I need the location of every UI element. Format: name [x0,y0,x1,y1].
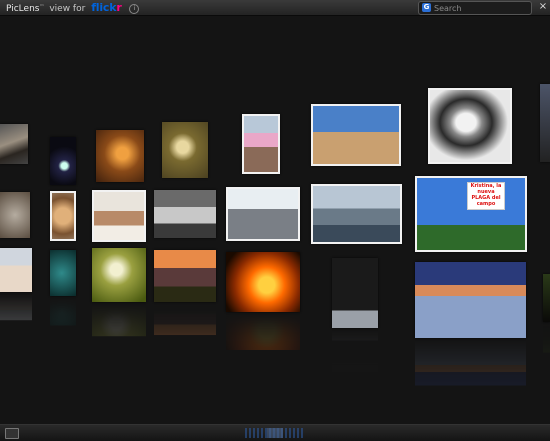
app-brand: PicLens™ view for flickr i [6,1,140,16]
photo-edge-right-2[interactable] [543,274,550,322]
photo-bride-desert[interactable] [311,104,401,166]
search-input[interactable] [434,2,526,14]
wall-scroller[interactable] [245,428,305,438]
photo-couple-bed[interactable] [92,190,146,242]
photo-dark-car-light[interactable] [50,137,76,185]
photo-beach-people[interactable] [0,248,32,292]
photo-flower-on-moss[interactable] [162,122,208,178]
photo-band-members[interactable] [332,258,378,328]
photo-reflection [92,304,146,337]
photo-reflection [0,294,32,321]
google-icon[interactable]: G [422,3,431,12]
photo-girls-fashion[interactable] [242,114,280,174]
flickr-logo[interactable]: flickr [91,1,122,14]
fullscreen-button[interactable] [5,428,19,439]
photo-reflection [226,314,300,350]
close-button[interactable]: × [538,1,548,13]
scroller-thumb[interactable] [267,428,283,438]
photo-beach-sunset-left[interactable] [0,124,28,164]
trademark: ™ [39,4,45,10]
photo-reflection [415,340,526,386]
photo-protest-sign-field[interactable]: Kristina, la nueva PLAGA del campo [415,176,527,252]
photo-reflection [50,298,76,326]
search-box[interactable]: G [418,1,532,15]
photo-street-skateboard[interactable] [226,187,300,241]
photo-reflection [332,330,378,372]
photo-silver-car[interactable] [154,190,216,238]
app-name: PicLens [6,4,40,14]
photo-cat-close[interactable] [50,191,76,241]
photo-girl-hoodie-bw[interactable] [428,88,512,164]
bottom-bar [0,424,550,441]
photo-left-bokeh[interactable] [0,192,30,238]
photo-reflection [543,324,550,353]
photo-edge-right-1[interactable] [540,84,550,162]
photo-city-clouds[interactable] [311,184,402,244]
photo-green-car[interactable] [50,250,76,296]
view-for-label: view for [49,4,86,14]
photo-candlelit-room[interactable] [96,130,144,182]
photo-house-fire[interactable] [226,252,300,312]
photo-wall[interactable]: Kristina, la nueva PLAGA del campo [0,16,550,424]
photo-dandelion-macro[interactable] [92,248,146,302]
photo-sunset-tree[interactable] [154,250,216,302]
photo-reflection [154,304,216,336]
photo-frozen-lake-sunset[interactable] [415,262,526,338]
title-bar: PicLens™ view for flickr i G × [0,0,550,16]
protest-sign-text: Kristina, la nueva PLAGA del campo [467,182,505,210]
info-icon[interactable]: i [129,3,140,14]
